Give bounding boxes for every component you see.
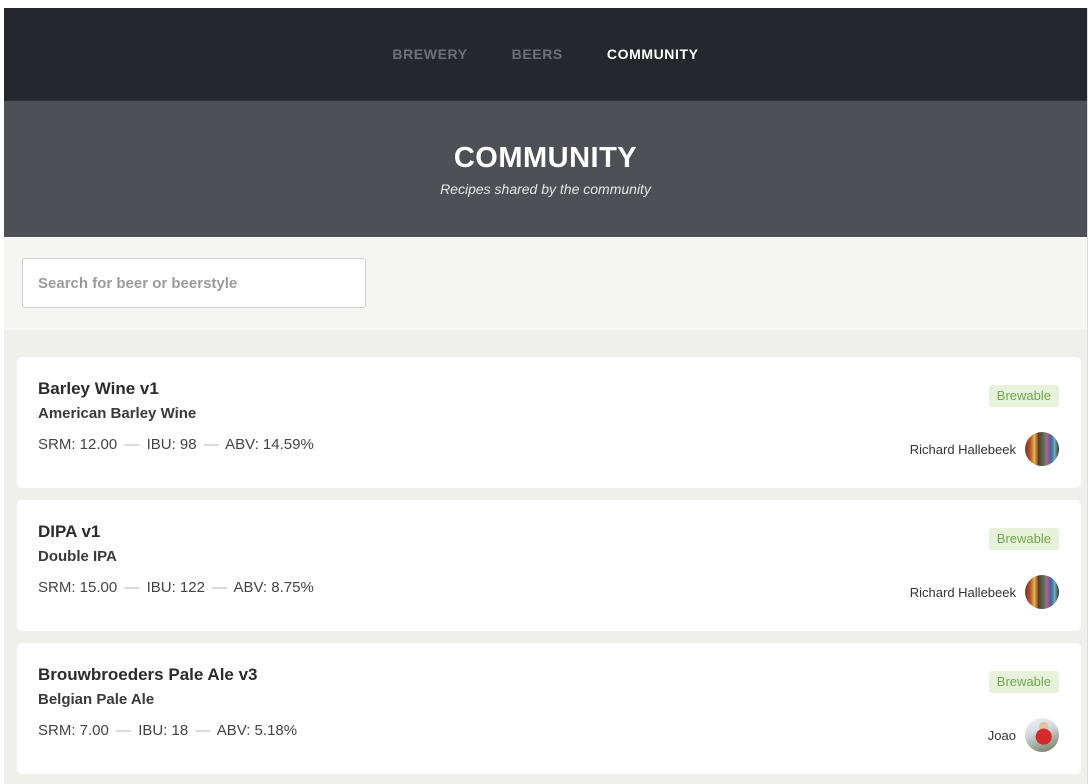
page-header: COMMUNITY Recipes shared by the communit… (4, 101, 1087, 237)
author-name: Richard Hallebeek (909, 441, 1016, 457)
recipe-card[interactable]: Brouwbroeders Pale Ale v3 Belgian Pale A… (17, 643, 1081, 774)
separator: — (124, 579, 140, 596)
recipe-stats: SRM: 7.00 — IBU: 18 — ABV: 5.18% (38, 722, 1060, 740)
nav-community[interactable]: COMMUNITY (585, 46, 721, 62)
recipe-name: Barley Wine v1 (38, 379, 159, 398)
page-title: COMMUNITY (453, 142, 638, 174)
recipe-style: American Barley Wine (38, 405, 197, 422)
search-section (4, 237, 1087, 330)
brewable-badge: Brewable (988, 671, 1059, 693)
separator: — (195, 722, 211, 739)
app-frame: BREWERY BEERS COMMUNITY COMMUNITY Recipe… (4, 8, 1088, 784)
srm-value: SRM: 15.00 (38, 579, 118, 596)
srm-value: SRM: 7.00 (38, 722, 109, 739)
person-avatar-icon (1025, 718, 1059, 752)
top-navigation: BREWERY BEERS COMMUNITY (4, 8, 1087, 101)
separator: — (124, 436, 140, 453)
recipe-name: DIPA v1 (38, 522, 101, 541)
bottles-avatar-icon (1025, 432, 1059, 466)
abv-value: ABV: 5.18% (216, 722, 298, 739)
recipe-style: Belgian Pale Ale (38, 691, 155, 708)
recipe-card[interactable]: DIPA v1 Double IPA SRM: 15.00 — IBU: 122… (17, 500, 1081, 631)
nav-brewery[interactable]: BREWERY (370, 46, 489, 62)
srm-value: SRM: 12.00 (38, 436, 118, 453)
author-name: Joao (987, 727, 1016, 743)
recipe-stats: SRM: 12.00 — IBU: 98 — ABV: 14.59% (38, 436, 1060, 454)
ibu-value: IBU: 122 (146, 579, 205, 596)
bottles-avatar-icon (1025, 575, 1059, 609)
recipe-author[interactable]: Joao (988, 718, 1059, 752)
separator: — (212, 579, 228, 596)
separator: — (116, 722, 132, 739)
recipe-author[interactable]: Richard Hallebeek (910, 432, 1059, 466)
ibu-value: IBU: 98 (146, 436, 197, 453)
abv-value: ABV: 8.75% (233, 579, 314, 596)
abv-value: ABV: 14.59% (225, 436, 314, 453)
page-subtitle: Recipes shared by the community (440, 181, 651, 197)
separator: — (203, 436, 219, 453)
recipe-stats: SRM: 15.00 — IBU: 122 — ABV: 8.75% (38, 579, 1060, 597)
brewable-badge: Brewable (988, 385, 1059, 407)
brewable-badge: Brewable (988, 528, 1059, 550)
author-name: Richard Hallebeek (909, 584, 1016, 600)
search-input[interactable] (22, 258, 366, 308)
recipe-list: Barley Wine v1 American Barley Wine SRM:… (4, 330, 1087, 774)
nav-beers[interactable]: BEERS (490, 46, 585, 62)
recipe-author[interactable]: Richard Hallebeek (910, 575, 1059, 609)
recipe-name: Brouwbroeders Pale Ale v3 (38, 665, 258, 684)
recipe-style: Double IPA (38, 548, 117, 565)
recipe-card[interactable]: Barley Wine v1 American Barley Wine SRM:… (17, 357, 1081, 488)
ibu-value: IBU: 18 (138, 722, 189, 739)
